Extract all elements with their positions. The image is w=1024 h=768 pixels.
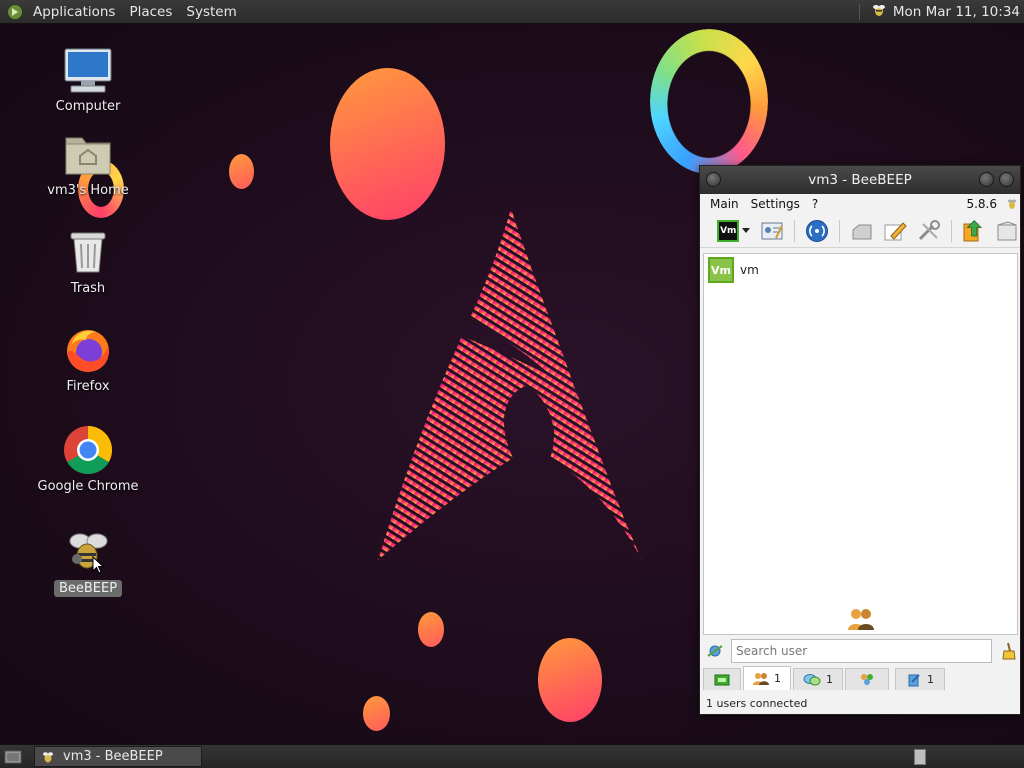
desktop-icon-label: vm3's Home xyxy=(47,183,129,198)
search-user-input[interactable] xyxy=(731,639,992,663)
show-desktop-icon[interactable] xyxy=(4,749,22,765)
computer-icon xyxy=(62,44,114,96)
plugins-button[interactable] xyxy=(916,218,942,244)
beebeep-tray-icon[interactable] xyxy=(871,2,887,22)
desktop-icon-label: Computer xyxy=(55,99,121,114)
network-signal-icon xyxy=(805,219,828,242)
maximize-button[interactable] xyxy=(999,172,1014,187)
pencil-note-icon xyxy=(884,221,907,240)
desktop-icon-label: Trash xyxy=(70,281,106,296)
desktop-icon-label: Firefox xyxy=(66,379,110,394)
file-share-icon xyxy=(963,219,983,241)
orange-orb-bottom-left xyxy=(363,696,390,731)
system-menu[interactable]: System xyxy=(179,4,243,20)
window-titlebar[interactable]: vm3 - BeeBEEP xyxy=(700,166,1020,194)
user-list: Vm vm xyxy=(703,253,1018,635)
orange-orb-bottom xyxy=(538,638,602,722)
window-title: vm3 - BeeBEEP xyxy=(808,172,912,188)
toolbar-separator xyxy=(838,219,840,242)
arch-logo-art xyxy=(378,208,642,560)
orange-orb-large xyxy=(330,68,445,220)
desktop-icon-computer[interactable]: Computer xyxy=(28,44,148,115)
beebeep-window: vm3 - BeeBEEP Main Settings ? 5.8.6 Vm V… xyxy=(699,165,1021,715)
version-label: 5.8.6 xyxy=(966,197,997,211)
tab-users[interactable]: 1 xyxy=(743,666,791,690)
search-row xyxy=(703,638,1018,664)
bottom-tabs: 1 1 1 xyxy=(703,666,1018,690)
bottom-panel: vm3 - BeeBEEP xyxy=(0,744,1024,768)
tools-icon xyxy=(918,219,940,240)
tab-network[interactable] xyxy=(703,668,741,690)
chat-icon xyxy=(803,673,821,685)
orange-orb-mid xyxy=(418,612,444,647)
desktop-icon-firefox[interactable]: Firefox xyxy=(28,324,148,395)
panel-separator xyxy=(858,3,861,20)
firefox-icon xyxy=(62,324,114,376)
box-icon xyxy=(997,220,1017,240)
desktop-icon-beebeep[interactable]: BeeBEEP xyxy=(28,526,148,597)
tab-chats[interactable]: 1 xyxy=(793,668,843,690)
users-icon xyxy=(753,672,769,685)
file-sharing-button[interactable] xyxy=(961,218,987,244)
chrome-icon xyxy=(62,424,114,476)
beebeep-icon xyxy=(62,526,114,578)
profile-edit-icon xyxy=(761,222,784,239)
groups-icon xyxy=(861,673,873,685)
edit-profile-button[interactable] xyxy=(760,218,786,244)
window-menubar: Main Settings ? 5.8.6 xyxy=(700,194,1020,214)
clear-button[interactable] xyxy=(994,218,1020,244)
group-gray-icon xyxy=(852,224,872,239)
groups-button[interactable] xyxy=(849,218,875,244)
desktop-icon-label: BeeBEEP xyxy=(53,580,123,597)
tab-files[interactable]: 1 xyxy=(895,668,945,690)
menu-logo-icon[interactable] xyxy=(4,1,26,23)
network-button[interactable] xyxy=(804,218,830,244)
user-name: vm xyxy=(740,263,759,277)
user-row[interactable]: Vm vm xyxy=(704,254,1017,286)
rainbow-ring xyxy=(650,29,768,174)
tab-groups[interactable] xyxy=(845,668,889,690)
home-folder-icon xyxy=(62,128,114,180)
menu-main[interactable]: Main xyxy=(704,197,745,211)
users-watermark-icon xyxy=(848,609,874,630)
status-bar-text: 1 users connected xyxy=(706,697,808,710)
places-menu[interactable]: Places xyxy=(122,4,179,20)
toolbar-separator xyxy=(794,219,796,242)
task-label: vm3 - BeeBEEP xyxy=(63,749,163,764)
clear-search-icon[interactable] xyxy=(996,641,1018,661)
files-icon xyxy=(908,673,920,686)
network-icon xyxy=(714,674,730,685)
mouse-cursor-icon xyxy=(92,556,104,574)
taskbar-beebeep-button[interactable]: vm3 - BeeBEEP xyxy=(34,746,202,767)
tab-count: 1 xyxy=(927,673,934,686)
status-vm-icon: Vm xyxy=(717,219,740,242)
menu-help[interactable]: ? xyxy=(806,197,824,211)
applications-menu[interactable]: Applications xyxy=(26,4,122,20)
beebeep-small-icon xyxy=(1008,199,1016,209)
write-message-button[interactable] xyxy=(882,218,908,244)
search-options-icon[interactable] xyxy=(703,641,727,661)
desktop-icon-label: Google Chrome xyxy=(37,479,139,494)
dropdown-arrow-icon xyxy=(742,228,751,233)
user-avatar: Vm xyxy=(708,257,734,283)
menu-settings[interactable]: Settings xyxy=(745,197,806,211)
toolbar-separator xyxy=(950,219,952,242)
top-panel: Applications Places System Mon Mar 11, 1… xyxy=(0,0,1024,24)
desktop-icon-chrome[interactable]: Google Chrome xyxy=(28,424,148,495)
window-menu-button[interactable] xyxy=(706,172,721,187)
my-status-button[interactable]: Vm xyxy=(716,218,752,244)
trash-icon xyxy=(62,226,114,278)
window-toolbar: Vm xyxy=(700,214,1020,248)
clock[interactable]: Mon Mar 11, 10:34 xyxy=(893,4,1020,20)
tab-count: 1 xyxy=(774,672,781,685)
beebeep-task-icon xyxy=(43,751,53,762)
minimize-button[interactable] xyxy=(979,172,994,187)
tab-count: 1 xyxy=(826,673,833,686)
orange-orb-small xyxy=(229,154,254,189)
desktop-icon-home[interactable]: vm3's Home xyxy=(28,128,148,199)
desktop-icon-trash[interactable]: Trash xyxy=(28,226,148,297)
workspace-switcher[interactable] xyxy=(914,749,926,765)
